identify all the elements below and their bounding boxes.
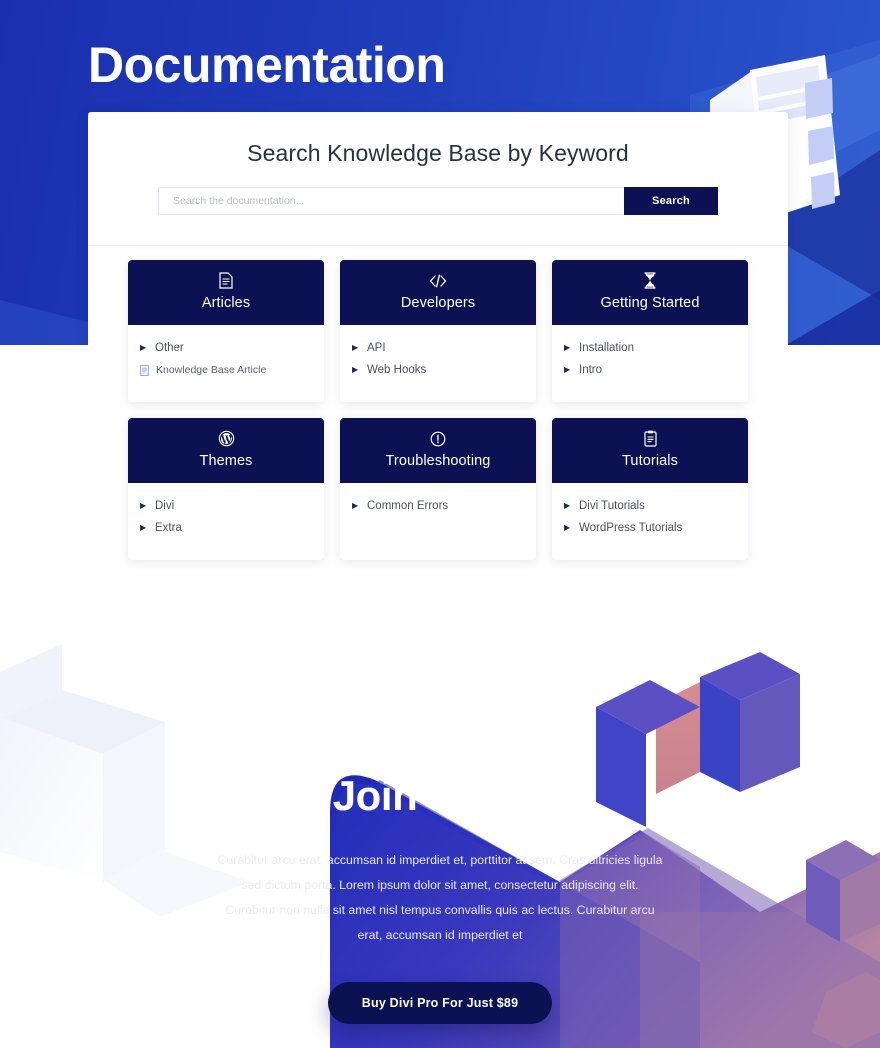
- card-item-label: WordPress Tutorials: [579, 522, 683, 534]
- card-body: ▶ API ▶ Web Hooks: [340, 325, 536, 402]
- card-item-label: Common Errors: [367, 500, 449, 512]
- clipboard-icon: [558, 430, 742, 447]
- card-item[interactable]: ▶ Web Hooks: [340, 359, 536, 381]
- search-row: Search: [158, 187, 718, 215]
- category-card-getting-started[interactable]: Getting Started ▶ Installation ▶ Intro: [552, 260, 748, 402]
- page-title: Documentation: [88, 37, 446, 93]
- category-card-tutorials[interactable]: Tutorials ▶ Divi Tutorials ▶ WordPress T…: [552, 418, 748, 560]
- card-item[interactable]: ▶ Divi: [128, 495, 324, 517]
- category-card-troubleshooting[interactable]: Troubleshooting ▶ Common Errors: [340, 418, 536, 560]
- documentation-page: Documentation Search Knowledge Base by K…: [0, 0, 880, 1048]
- card-item-label: Divi Tutorials: [579, 500, 645, 512]
- card-title: Tutorials: [622, 453, 678, 469]
- document-icon: [134, 272, 318, 289]
- card-item-label: Installation: [579, 342, 634, 354]
- wordpress-icon: [134, 430, 318, 447]
- card-body: ▶ Divi ▶ Extra: [128, 483, 324, 560]
- triangle-bullet-icon: ▶: [140, 501, 147, 510]
- triangle-bullet-icon: ▶: [140, 523, 147, 532]
- card-header: Troubleshooting: [340, 418, 536, 483]
- card-header: Articles: [128, 260, 324, 325]
- cta-content: Join Today Curabitur arcu erat, accumsan…: [0, 612, 880, 1024]
- card-item[interactable]: Knowledge Base Article: [128, 359, 324, 381]
- document-mini-icon: [140, 364, 149, 376]
- card-body: ▶ Installation ▶ Intro: [552, 325, 748, 402]
- card-body: ▶ Divi Tutorials ▶ WordPress Tutorials: [552, 483, 748, 560]
- search-heading: Search Knowledge Base by Keyword: [247, 140, 629, 166]
- triangle-bullet-icon: ▶: [352, 501, 359, 510]
- cta-body-text: Curabitur arcu erat, accumsan id imperdi…: [217, 853, 663, 942]
- card-item-label: Extra: [155, 522, 182, 534]
- card-item[interactable]: ▶ WordPress Tutorials: [552, 517, 748, 539]
- card-body: ▶ Common Errors: [340, 483, 536, 560]
- card-body: ▶ Other Knowledge Base Article: [128, 325, 324, 402]
- card-header: Tutorials: [552, 418, 748, 483]
- card-header: Getting Started: [552, 260, 748, 325]
- category-cards-section: Articles ▶ Other Knowledge Base Article: [0, 260, 880, 560]
- cta-section: Join Today Curabitur arcu erat, accumsan…: [0, 612, 880, 1048]
- exclamation-circle-icon: [346, 430, 530, 447]
- card-title: Themes: [199, 453, 253, 469]
- category-card-articles[interactable]: Articles ▶ Other Knowledge Base Article: [128, 260, 324, 402]
- card-title: Developers: [400, 295, 476, 311]
- card-item[interactable]: ▶ Other: [128, 337, 324, 359]
- search-area: Search Knowledge Base by Keyword Search: [88, 112, 788, 246]
- card-item-label: Other: [155, 342, 184, 354]
- category-card-themes[interactable]: Themes ▶ Divi ▶ Extra: [128, 418, 324, 560]
- buy-divi-pro-button[interactable]: Buy Divi Pro For Just $89: [327, 982, 553, 1024]
- triangle-bullet-icon: ▶: [352, 365, 359, 374]
- triangle-bullet-icon: ▶: [352, 343, 359, 352]
- category-card-developers[interactable]: Developers ▶ API ▶ Web Hooks: [340, 260, 536, 402]
- triangle-bullet-icon: ▶: [564, 343, 571, 352]
- card-title: Getting Started: [600, 295, 700, 311]
- card-item[interactable]: ▶ Intro: [552, 359, 748, 381]
- triangle-bullet-icon: ▶: [564, 365, 571, 374]
- card-item[interactable]: ▶ Extra: [128, 517, 324, 539]
- triangle-bullet-icon: ▶: [140, 343, 147, 352]
- card-item[interactable]: ▶ Installation: [552, 337, 748, 359]
- triangle-bullet-icon: ▶: [564, 523, 571, 532]
- card-header: Themes: [128, 418, 324, 483]
- code-icon: [346, 272, 530, 289]
- card-item-label: Knowledge Base Article: [156, 364, 267, 376]
- search-input[interactable]: [158, 187, 624, 215]
- card-header: Developers: [340, 260, 536, 325]
- search-button[interactable]: Search: [624, 187, 718, 215]
- card-item[interactable]: ▶ Common Errors: [340, 495, 536, 517]
- card-item[interactable]: ▶ API: [340, 337, 536, 359]
- card-title: Troubleshooting: [385, 453, 491, 469]
- card-item-label: Web Hooks: [367, 364, 427, 376]
- card-item-label: Divi: [155, 500, 175, 512]
- category-cards-grid: Articles ▶ Other Knowledge Base Article: [128, 260, 752, 560]
- cta-title: Join Today: [332, 772, 548, 819]
- card-item-label: API: [367, 342, 386, 354]
- card-item[interactable]: ▶ Divi Tutorials: [552, 495, 748, 517]
- hourglass-icon: [558, 272, 742, 289]
- triangle-bullet-icon: ▶: [564, 501, 571, 510]
- card-title: Articles: [201, 295, 251, 311]
- card-item-label: Intro: [579, 364, 603, 376]
